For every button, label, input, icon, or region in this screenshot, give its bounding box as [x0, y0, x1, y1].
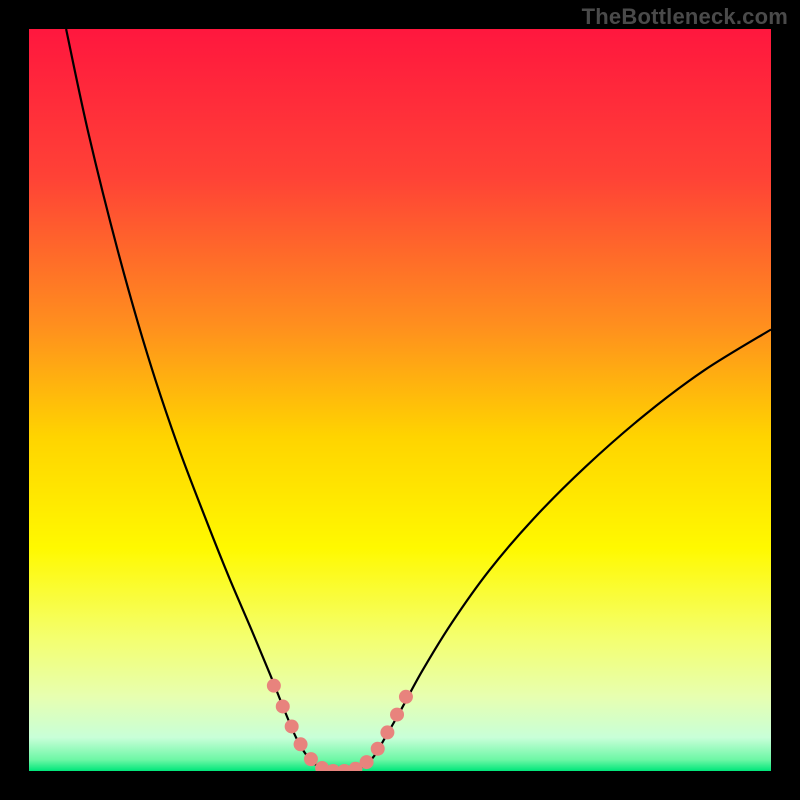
marker-dot	[267, 679, 281, 693]
gradient-background	[29, 29, 771, 771]
marker-dot	[276, 699, 290, 713]
marker-dot	[304, 752, 318, 766]
bottleneck-chart	[29, 29, 771, 771]
marker-dot	[390, 708, 404, 722]
watermark-text: TheBottleneck.com	[582, 4, 788, 30]
chart-frame	[29, 29, 771, 771]
marker-dot	[380, 725, 394, 739]
marker-dot	[294, 737, 308, 751]
marker-dot	[360, 755, 374, 769]
marker-dot	[285, 719, 299, 733]
marker-dot	[371, 742, 385, 756]
marker-dot	[399, 690, 413, 704]
